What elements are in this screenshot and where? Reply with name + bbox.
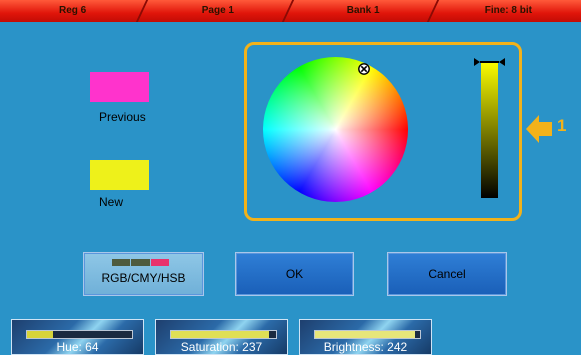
color-mode-button[interactable]: RGB/CMY/HSB (83, 252, 204, 296)
status-bank: Bank 1 (291, 0, 436, 22)
hue-slider-track[interactable] (26, 330, 133, 339)
color-wheel[interactable] (263, 57, 408, 202)
brightness-slider-card[interactable]: Brightness: 242 (299, 319, 432, 355)
status-page: Page 1 (145, 0, 290, 22)
hue-slider-card[interactable]: Hue: 64 (11, 319, 144, 355)
status-register: Reg 6 (59, 5, 87, 16)
mode-indicator-rgb (112, 259, 131, 266)
brightness-label: Brightness: 242 (323, 340, 408, 354)
new-label: New (99, 195, 124, 209)
panel-number: 1 (557, 116, 567, 135)
ok-label: OK (285, 267, 304, 281)
saturation-label: Saturation: 237 (180, 340, 263, 354)
hue-slider-fill (27, 331, 54, 338)
panel-indicator-arrow-icon (526, 115, 552, 143)
cancel-label: Cancel (428, 267, 466, 281)
brightness-slider-fill (315, 331, 415, 338)
saturation-slider-track[interactable] (170, 330, 277, 339)
saturation-slider-card[interactable]: Saturation: 237 (155, 319, 288, 355)
status-fine: Fine: 8 bit (436, 0, 581, 22)
brightness-slider-track[interactable] (314, 330, 421, 339)
new-color-swatch (90, 160, 149, 190)
cancel-button[interactable]: Cancel (387, 252, 507, 296)
mode-indicator-hsb (150, 259, 169, 266)
mode-indicator (112, 259, 169, 266)
wheel-cursor-icon[interactable] (358, 63, 370, 75)
ok-button[interactable]: OK (235, 252, 354, 296)
previous-label: Previous (99, 110, 146, 124)
saturation-slider-fill (171, 331, 269, 338)
previous-color-swatch (90, 72, 149, 102)
brightness-bar[interactable] (481, 62, 498, 198)
status-bar: Reg 6 Page 1 Bank 1 Fine: 8 bit (0, 0, 581, 22)
brightness-marker-icon[interactable] (474, 57, 505, 67)
mode-indicator-cmy (131, 259, 150, 266)
hue-label: Hue: 64 (56, 340, 99, 354)
